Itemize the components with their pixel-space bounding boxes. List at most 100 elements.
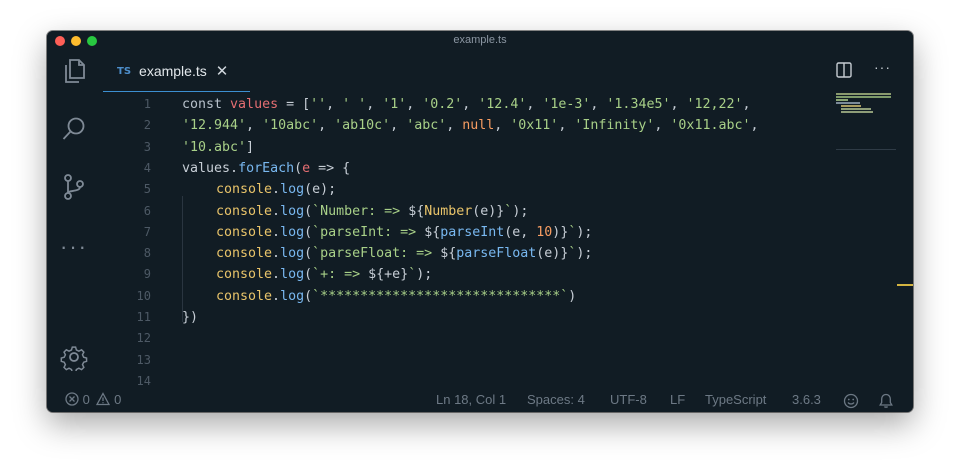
tab-label: example.ts (139, 63, 207, 79)
line-number: 11 (136, 310, 151, 324)
code-line[interactable]: 11}) (101, 307, 881, 328)
files-icon[interactable] (59, 56, 89, 86)
close-tab-icon[interactable]: ✕ (216, 64, 229, 79)
typescript-icon: TS (117, 65, 132, 77)
code-token: (e) (536, 246, 561, 262)
code-token: console (216, 267, 273, 283)
code-editor[interactable]: 1 const values = ['', ' ', '1', '0.2', '1… (101, 91, 913, 388)
code-token: (e); (304, 182, 337, 198)
code-token: ${ (368, 267, 385, 283)
gear-icon[interactable] (59, 342, 89, 372)
code-token: ] (246, 139, 255, 155)
code-line[interactable]: 9 console.log(`+: => ${+e}`); (101, 264, 881, 285)
code-text: console.log(`***************************… (216, 286, 576, 307)
problems-indicator[interactable]: 0 0 (65, 392, 121, 407)
code-token: ( (304, 246, 313, 262)
code-text: values.forEach(e => { (182, 158, 350, 179)
code-line[interactable]: 3 '10.abc'] (101, 137, 881, 158)
code-line[interactable]: 13 (101, 350, 881, 371)
code-token: , (654, 118, 671, 134)
feedback-smiley-icon[interactable] (843, 393, 859, 409)
code-token: '1.34e5' (606, 97, 671, 112)
line-number: 6 (143, 203, 151, 218)
language-mode[interactable]: TypeScript (705, 392, 766, 407)
tab-bar: TS example.ts ✕ ··· (101, 51, 913, 92)
line-number: 2 (143, 118, 151, 133)
code-token: '12,22' (686, 97, 743, 112)
code-token: log (280, 267, 305, 283)
line-number: 13 (136, 352, 151, 367)
split-editor-icon[interactable] (836, 62, 852, 78)
code-line[interactable]: 4 values.forEach(e => { (101, 158, 881, 179)
code-token: '0x11.abc' (670, 118, 751, 134)
code-token: (e, (504, 224, 537, 240)
code-line[interactable]: 2 '12.944', '10abc', 'ab10c', 'abc', null… (101, 115, 881, 136)
code-token: log (280, 224, 305, 240)
tab-example-ts[interactable]: TS example.ts ✕ (103, 51, 250, 92)
code-line[interactable]: 1 const values = ['', ' ', '1', '0.2', '1… (101, 94, 881, 115)
code-text: const values = ['', ' ', '1', '0.2', '12… (182, 94, 751, 115)
more-actions-icon[interactable]: ··· (874, 59, 891, 75)
eol-setting[interactable]: LF (670, 392, 685, 407)
code-token: }) (182, 310, 199, 325)
search-icon[interactable] (59, 114, 89, 144)
code-token: ); (576, 246, 593, 262)
typescript-version[interactable]: 3.6.3 (792, 392, 821, 407)
code-line[interactable]: 12 (101, 328, 881, 349)
code-token: 'Infinity' (574, 118, 655, 134)
code-token: const (182, 97, 231, 112)
code-line[interactable]: 7 console.log(`parseInt: => ${parseInt(e,… (101, 222, 881, 243)
code-token: , (462, 97, 479, 112)
code-token: Number (424, 203, 473, 219)
code-token: log (280, 203, 305, 219)
code-token: , (526, 97, 543, 112)
code-line[interactable]: 8 console.log(`parseFloat: => ${parseFloa… (101, 243, 881, 264)
cursor-position[interactable]: Ln 18, Col 1 (436, 392, 506, 407)
code-token: ); (416, 267, 433, 283)
indentation-setting[interactable]: Spaces: 4 (527, 392, 585, 407)
title-bar: example.ts (47, 31, 913, 51)
code-token: `parseInt: => (312, 224, 425, 240)
code-token: ( (304, 203, 313, 219)
line-number: 1 (143, 97, 151, 111)
line-number: 3 (143, 139, 151, 154)
code-line[interactable]: 10 console.log(`*************************… (101, 286, 881, 307)
code-line[interactable]: 6 console.log(`Number: => ${Number(e)}`); (101, 201, 881, 222)
code-token: , (246, 118, 263, 134)
code-token: , (742, 97, 751, 112)
editor-window: example.ts ··· TS example.ts ✕ ··· 1 con… (47, 31, 913, 412)
code-token: ); (512, 203, 529, 219)
code-token: , (390, 118, 407, 134)
code-token: , (406, 97, 423, 112)
code-token: console (216, 288, 273, 304)
error-count: 0 (82, 392, 90, 407)
code-token: 10 (536, 224, 553, 240)
minimap[interactable] (836, 91, 896, 150)
status-bar: 0 0 Ln 18, Col 1 Spaces: 4 UTF-8 LF Type… (47, 388, 913, 412)
code-token: , (494, 118, 511, 134)
code-token: ); (576, 224, 593, 240)
code-token: = [ (278, 97, 311, 112)
notifications-bell-icon[interactable] (879, 393, 893, 409)
code-text: console.log(e); (216, 179, 336, 200)
code-token: '10abc' (262, 118, 319, 134)
code-token: '' (310, 97, 327, 112)
line-number: 9 (143, 267, 151, 282)
code-token: , (558, 118, 575, 134)
code-token: 'ab10c' (334, 118, 391, 134)
code-text: '12.944', '10abc', 'ab10c', 'abc', null,… (182, 115, 759, 136)
line-number: 8 (143, 246, 151, 261)
code-line[interactable]: 5 console.log(e); (101, 179, 881, 200)
more-views-icon[interactable]: ··· (59, 232, 89, 262)
code-token: `Number: => (312, 203, 409, 219)
code-token: , (670, 97, 687, 112)
encoding-setting[interactable]: UTF-8 (610, 392, 647, 407)
source-control-icon[interactable] (59, 172, 89, 202)
code-token: } (400, 267, 409, 283)
code-token: values (182, 160, 231, 176)
code-token: forEach (238, 160, 295, 176)
code-token: , (590, 97, 607, 112)
scrollbar-marker (897, 284, 913, 286)
line-number: 4 (143, 160, 151, 175)
code-token: '12.4' (478, 97, 527, 112)
